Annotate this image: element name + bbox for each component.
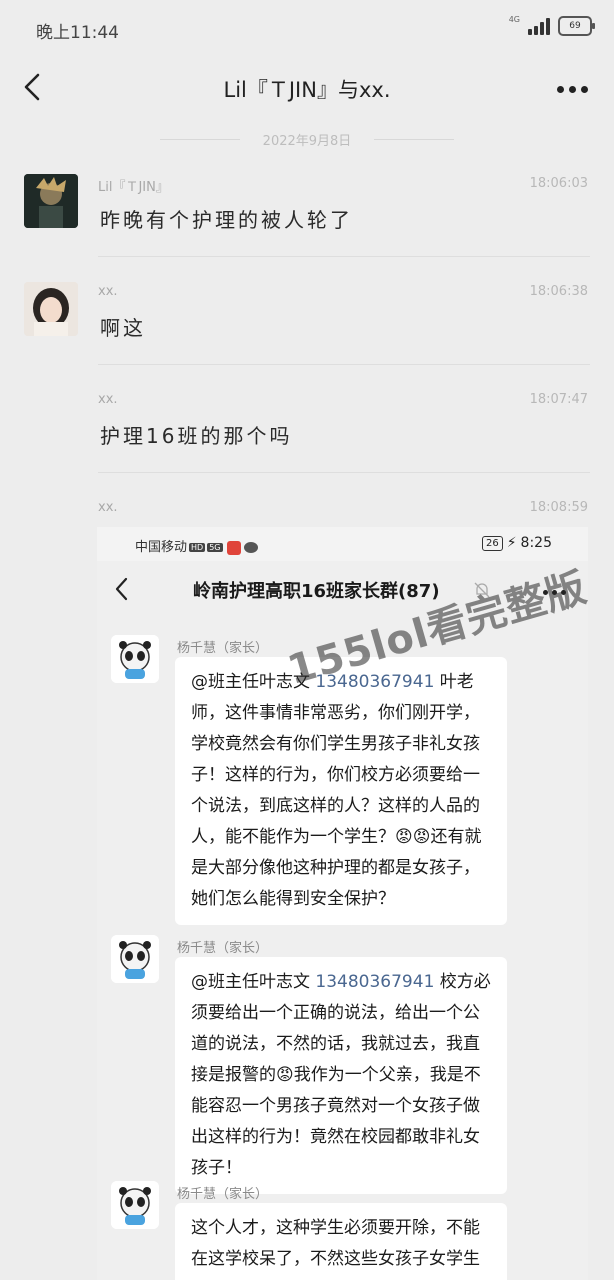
divider (98, 364, 590, 365)
panda-avatar-icon (111, 635, 159, 683)
avatar (24, 174, 78, 228)
shared-image[interactable]: 中国移动 HD 5G 26 ⚡ 8:25 岭南护理高职16班家长群(87) 杨千慧（… (97, 527, 588, 1280)
image-battery-icon: 26 (481, 535, 503, 551)
chat-record-item[interactable]: xx. 18:08:59 (0, 496, 614, 526)
group-back-icon (115, 577, 128, 601)
girl-avatar-icon (24, 282, 78, 336)
chat-record-item[interactable]: Lil『ＴJIN』 18:06:03 昨晚有个护理的被人轮了 (0, 172, 614, 262)
message-time: 18:08:59 (529, 500, 588, 515)
mention: @班主任叶志文 (191, 672, 316, 692)
image-time: 8:25 (520, 535, 552, 551)
message-text: 校方必须要给出一个正确的说法，给出一个公道的说法，不然的话，我就过去，我直接是报… (191, 972, 491, 1178)
message-text: 昨晚有个护理的被人轮了 (100, 208, 353, 232)
5g-badge: 5G (207, 543, 223, 552)
network-type: 4G (508, 15, 520, 24)
status-icons: 4G 69 (508, 15, 595, 36)
message-sender: xx. (98, 392, 118, 407)
image-status-right: 26 ⚡ 8:25 (481, 535, 552, 551)
divider (98, 256, 590, 257)
message-text: 叶老师，这件事情非常恶劣，你们刚开学，学校竟然会有你们学生男孩子非礼女孩子！这样… (191, 672, 482, 909)
message-bubble: @班主任叶志文 13480367941 校方必须要给出一个正确的说法，给出一个公… (175, 957, 507, 1194)
message-time: 18:06:38 (529, 284, 588, 299)
panda-avatar-icon (111, 935, 159, 983)
message-time: 18:07:47 (529, 392, 588, 407)
hd-badge: HD (189, 543, 206, 552)
message-sender: xx. (98, 284, 118, 299)
group-header: 岭南护理高职16班家长群(87) (97, 561, 588, 617)
charging-icon: ⚡ (506, 535, 517, 551)
image-status-bar: 中国移动 HD 5G 26 ⚡ 8:25 (97, 527, 588, 561)
battery-level: 69 (569, 21, 581, 31)
phone-number: 13480367941 (315, 972, 435, 992)
signal-icon (528, 17, 550, 35)
anime-avatar-icon (24, 174, 78, 228)
divider (98, 472, 590, 473)
carrier-name: 中国移动 (135, 540, 188, 555)
mention: @班主任叶志文 (191, 972, 316, 992)
message-text: 这个人才，这种学生必须要开除，不能在这学校呆了，不然这些女孩子女学生都是不安全，… (191, 1218, 480, 1269)
group-sender: 杨千慧（家长） (177, 1187, 269, 1202)
message-text: 啊这 (100, 316, 146, 340)
chat-record-item[interactable]: xx. 18:07:47 护理16班的那个吗 (0, 388, 614, 478)
battery-icon: 69 (558, 16, 595, 36)
chat-header: Lil『ＴJIN』与xx. (0, 58, 614, 120)
more-options-icon[interactable] (557, 86, 588, 93)
status-bar: 晚上11:44 4G 69 (0, 0, 614, 58)
avatar (24, 282, 78, 336)
chat-record-item[interactable]: xx. 18:06:38 啊这 (0, 280, 614, 370)
message-sender: xx. (98, 500, 118, 515)
group-title: 岭南护理高职16班家长群(87) (193, 581, 440, 602)
message-time: 18:06:03 (529, 176, 588, 191)
message-bubble: @班主任叶志文 13480367941 叶老师，这件事情非常恶劣，你们刚开学，学… (175, 657, 507, 925)
group-more-icon (543, 590, 566, 595)
image-carrier: 中国移动 HD 5G (135, 536, 258, 555)
status-time: 晚上11:44 (36, 23, 119, 43)
date-divider-text: 2022年9月8日 (262, 134, 352, 149)
message-text: 护理16班的那个吗 (100, 424, 293, 448)
chat-notification-icon (243, 542, 258, 553)
chat-title: Lil『ＴJIN』与xx. (223, 78, 391, 102)
message-sender: Lil『ＴJIN』 (98, 180, 169, 195)
date-divider: 2022年9月8日 (0, 128, 614, 150)
app-notification-icon (226, 540, 241, 555)
group-sender: 杨千慧（家长） (177, 941, 269, 956)
panda-avatar-icon (111, 1181, 159, 1229)
mute-bell-icon (474, 582, 490, 598)
message-bubble: 这个人才，这种学生必须要开除，不能在这学校呆了，不然这些女孩子女学生都是不安全，… (175, 1203, 507, 1280)
phone-number: 13480367941 (315, 672, 435, 692)
group-sender: 杨千慧（家长） (177, 641, 269, 656)
